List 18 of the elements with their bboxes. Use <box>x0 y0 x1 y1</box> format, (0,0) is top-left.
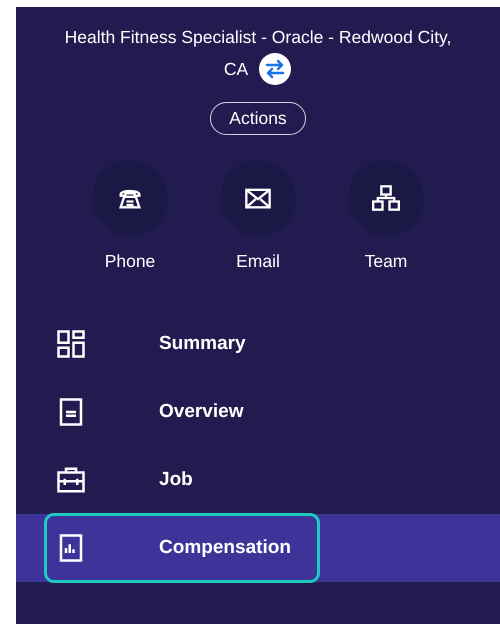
action-label: Email <box>236 250 280 272</box>
nav-label: Summary <box>159 332 246 356</box>
switch-icon[interactable] <box>258 52 292 86</box>
nav-item[interactable]: Compensation <box>16 514 500 582</box>
nav-label: Job <box>159 468 193 492</box>
briefcase-icon <box>56 465 86 495</box>
actions-button[interactable]: Actions <box>210 102 306 135</box>
action-label: Team <box>364 250 408 272</box>
worker-title: Health Fitness Specialist - Oracle - Redwood City, <box>64 26 452 49</box>
dashboard-icon <box>56 329 86 359</box>
action-label: Phone <box>104 250 156 272</box>
nav-item[interactable]: Job <box>16 446 500 514</box>
nav-item[interactable]: Summary <box>16 310 500 378</box>
worker-title: CA <box>224 58 248 81</box>
nav-label: Overview <box>159 400 244 424</box>
nav-item[interactable]: Overview <box>16 378 500 446</box>
nav-label: Compensation <box>159 536 291 560</box>
org-chart-icon <box>372 184 400 212</box>
